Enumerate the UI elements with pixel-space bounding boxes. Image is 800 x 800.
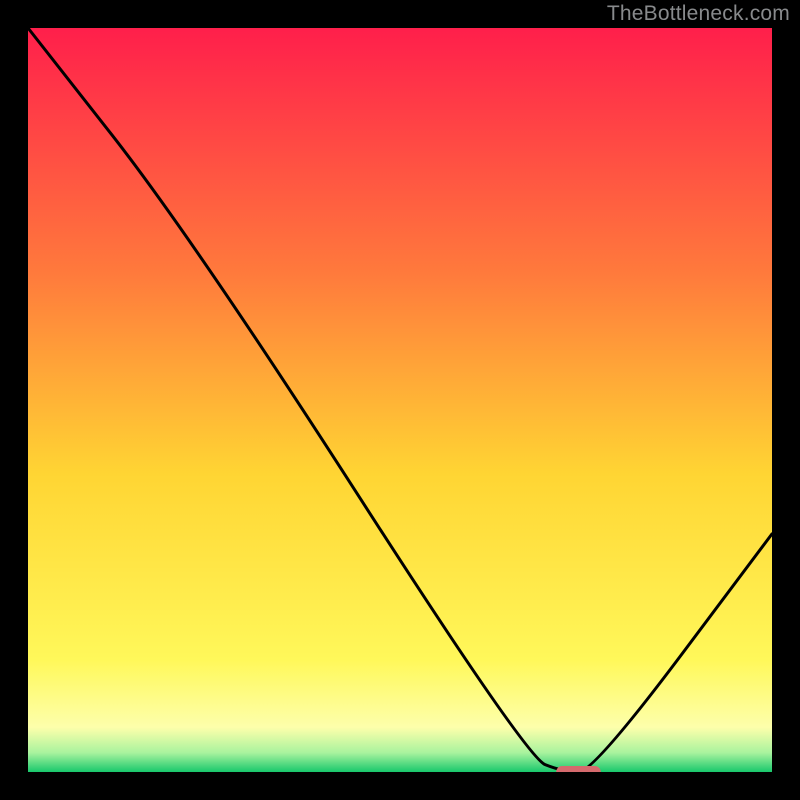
watermark-text: TheBottleneck.com [607,2,790,26]
best-fit-marker [556,766,601,772]
bottleneck-chart [28,28,772,772]
gradient-bg [28,28,772,772]
chart-frame: TheBottleneck.com [0,0,800,800]
